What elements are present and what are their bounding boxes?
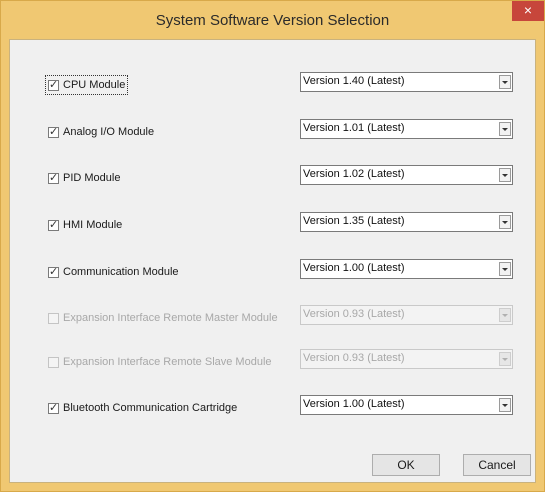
module-row-remote-master: Expansion Interface Remote Master Module…: [10, 305, 537, 327]
checkbox-box[interactable]: ✓: [48, 78, 59, 91]
version-value-pid: Version 1.02 (Latest): [303, 168, 405, 180]
title-bar[interactable]: System Software Version Selection ×: [1, 1, 544, 39]
chevron-down-icon[interactable]: [499, 215, 511, 229]
module-checkbox-hmi[interactable]: ✓ HMI Module: [48, 218, 122, 232]
module-label-analog-io: Analog I/O Module: [63, 126, 155, 138]
version-select-pid[interactable]: Version 1.02 (Latest): [300, 165, 513, 185]
checkmark-icon: ✓: [49, 265, 59, 278]
chevron-down-icon[interactable]: [499, 168, 511, 182]
dialog-window: System Software Version Selection × ✓ CP…: [0, 0, 545, 492]
checkbox-box[interactable]: ✓: [48, 171, 59, 184]
version-value-hmi: Version 1.35 (Latest): [303, 215, 405, 227]
checkmark-icon: ✓: [49, 125, 59, 138]
module-row-remote-slave: Expansion Interface Remote Slave Module …: [10, 349, 537, 371]
module-label-cpu: CPU Module: [63, 79, 126, 91]
version-select-hmi[interactable]: Version 1.35 (Latest): [300, 212, 513, 232]
checkbox-box[interactable]: ✓: [48, 218, 59, 231]
chevron-down-icon[interactable]: [499, 75, 511, 89]
version-select-remote-master: Version 0.93 (Latest): [300, 305, 513, 325]
checkbox-box[interactable]: ✓: [48, 125, 59, 138]
module-row-hmi: ✓ HMI Module Version 1.35 (Latest): [10, 212, 537, 234]
version-value-remote-master: Version 0.93 (Latest): [303, 308, 405, 320]
module-checkbox-bluetooth[interactable]: ✓ Bluetooth Communication Cartridge: [48, 401, 237, 415]
module-row-analog-io: ✓ Analog I/O Module Version 1.01 (Latest…: [10, 119, 537, 141]
module-row-bluetooth: ✓ Bluetooth Communication Cartridge Vers…: [10, 395, 537, 417]
checkmark-icon: ✓: [49, 78, 59, 91]
module-checkbox-pid[interactable]: ✓ PID Module: [48, 171, 120, 185]
module-checkbox-analog-io[interactable]: ✓ Analog I/O Module: [48, 125, 154, 139]
module-row-cpu: ✓ CPU Module Version 1.40 (Latest): [10, 72, 537, 95]
version-value-communication: Version 1.00 (Latest): [303, 262, 405, 274]
module-label-hmi: HMI Module: [63, 219, 123, 231]
checkbox-box[interactable]: ✓: [48, 401, 59, 414]
chevron-down-icon: [499, 352, 511, 366]
checkmark-icon: ✓: [49, 218, 59, 231]
version-select-analog-io[interactable]: Version 1.01 (Latest): [300, 119, 513, 139]
module-label-communication: Communication Module: [63, 266, 179, 278]
checkmark-icon: ✓: [49, 401, 59, 414]
module-label-bluetooth: Bluetooth Communication Cartridge: [63, 402, 238, 414]
checkmark-icon: ✓: [49, 171, 59, 184]
checkbox-box: [48, 312, 59, 324]
module-label-pid: PID Module: [63, 172, 121, 184]
version-select-bluetooth[interactable]: Version 1.00 (Latest): [300, 395, 513, 415]
close-icon: ×: [523, 2, 533, 18]
checkbox-box: [48, 356, 59, 368]
version-select-cpu[interactable]: Version 1.40 (Latest): [300, 72, 513, 92]
chevron-down-icon: [499, 308, 511, 322]
module-label-remote-master: Expansion Interface Remote Master Module: [63, 312, 278, 324]
version-select-remote-slave: Version 0.93 (Latest): [300, 349, 513, 369]
close-button[interactable]: ×: [512, 1, 544, 21]
module-checkbox-communication[interactable]: ✓ Communication Module: [48, 265, 179, 279]
module-row-pid: ✓ PID Module Version 1.02 (Latest): [10, 165, 537, 187]
chevron-down-icon[interactable]: [499, 122, 511, 136]
chevron-down-icon[interactable]: [499, 398, 511, 412]
version-value-cpu: Version 1.40 (Latest): [303, 75, 405, 87]
dialog-title: System Software Version Selection: [155, 12, 390, 29]
module-checkbox-cpu[interactable]: ✓ CPU Module: [44, 75, 129, 95]
module-checkbox-remote-slave: Expansion Interface Remote Slave Module: [48, 355, 272, 369]
module-checkbox-remote-master: Expansion Interface Remote Master Module: [48, 311, 278, 325]
chevron-down-icon[interactable]: [499, 262, 511, 276]
module-row-communication: ✓ Communication Module Version 1.00 (Lat…: [10, 259, 537, 281]
version-select-communication[interactable]: Version 1.00 (Latest): [300, 259, 513, 279]
dialog-body: ✓ CPU Module Version 1.40 (Latest) ✓ Ana…: [9, 39, 536, 483]
version-value-analog-io: Version 1.01 (Latest): [303, 122, 405, 134]
checkbox-box[interactable]: ✓: [48, 265, 59, 278]
cancel-button[interactable]: Cancel: [463, 454, 531, 476]
module-label-remote-slave: Expansion Interface Remote Slave Module: [63, 356, 272, 368]
ok-button[interactable]: OK: [372, 454, 440, 476]
version-value-bluetooth: Version 1.00 (Latest): [303, 398, 405, 410]
version-value-remote-slave: Version 0.93 (Latest): [303, 352, 405, 364]
